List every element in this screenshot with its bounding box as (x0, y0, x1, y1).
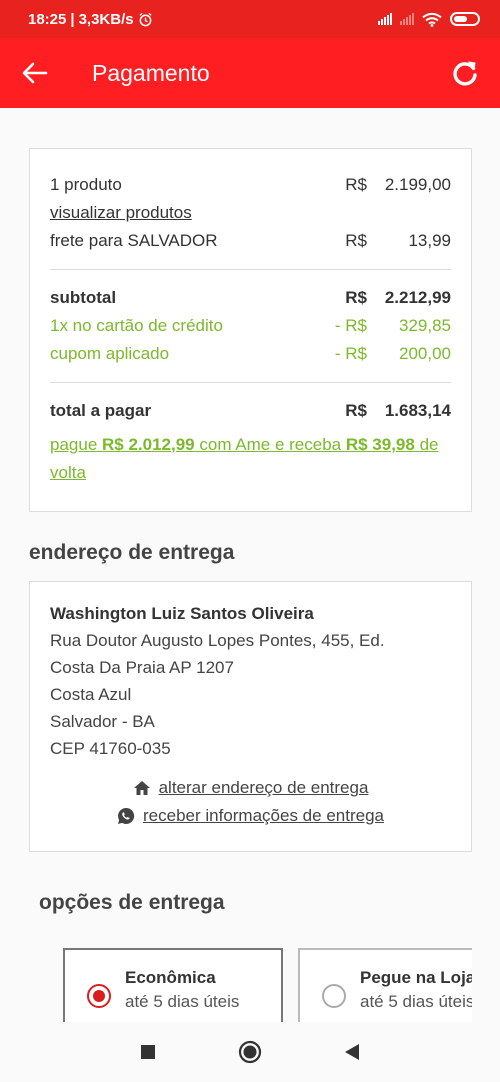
products-currency: R$ (345, 175, 367, 194)
change-address-link[interactable]: alterar endereço de entrega (50, 774, 451, 802)
ame-cashback-link[interactable]: pague R$ 2.012,99 com Ame e receba R$ 39… (50, 431, 451, 487)
shipping-row: frete para SALVADOR R$ 13,99 (50, 227, 451, 255)
subtotal-value: 2.212,99 (384, 288, 451, 307)
status-network-speed: 3,3KB/s (78, 10, 134, 28)
delivery-option-name: Econômica (125, 968, 216, 987)
radio-unselected-icon[interactable] (322, 984, 346, 1008)
card-discount-value: 329,85 (399, 316, 451, 335)
delivery-section-title: opções de entrega (39, 891, 225, 914)
refresh-icon[interactable] (430, 38, 500, 108)
coupon-row: cupom aplicado - R$ 200,00 (50, 340, 451, 368)
address-cep: CEP 41760-035 (50, 739, 171, 758)
whatsapp-info-link[interactable]: receber informações de entrega (50, 802, 451, 830)
status-bar: 18:25 | 3,3KB/s (0, 0, 500, 38)
home-icon (133, 781, 150, 795)
ame-prefix: pague (50, 435, 102, 454)
total-label: total a pagar (50, 401, 152, 420)
subtotal-label: subtotal (50, 288, 117, 307)
divider (50, 382, 451, 383)
subtotal-currency: R$ (345, 288, 367, 307)
whatsapp-info-label: receber informações de entrega (143, 806, 384, 825)
address-card: Washington Luiz Santos Oliveira Rua Dout… (29, 581, 472, 852)
shipping-currency: R$ (345, 231, 367, 250)
signal-icon (378, 13, 392, 25)
subtotal-row: subtotal R$ 2.212,99 (50, 284, 451, 312)
back-arrow-icon[interactable] (0, 38, 70, 108)
address-section-title: endereço de entrega (29, 541, 235, 564)
change-address-label: alterar endereço de entrega (158, 778, 369, 797)
coupon-label: cupom aplicado (50, 344, 170, 363)
battery-icon (450, 12, 480, 26)
total-row: total a pagar R$ 1.683,14 (50, 397, 451, 425)
address-line-1: Rua Doutor Augusto Lopes Pontes, 455, Ed… (50, 631, 385, 650)
status-time: 18:25 (28, 10, 67, 28)
radio-selected-icon[interactable] (87, 984, 111, 1008)
status-separator: | (70, 10, 75, 28)
shipping-value: 13,99 (408, 231, 451, 250)
card-discount-label: 1x no cartão de crédito (50, 316, 223, 335)
total-currency: R$ (345, 401, 367, 420)
system-nav-bar (0, 1022, 500, 1082)
alarm-icon (139, 12, 152, 26)
coupon-currency: - R$ (334, 344, 367, 363)
ame-amount: R$ 2.012,99 (102, 435, 195, 454)
products-row: 1 produto R$ 2.199,00 (50, 171, 451, 199)
view-products-row: visualizar produtos (50, 199, 451, 227)
card-discount-row: 1x no cartão de crédito - R$ 329,85 (50, 312, 451, 340)
ame-cashback-value: 39,98 (372, 435, 415, 454)
ame-cashback-currency: R$ (345, 435, 368, 454)
status-right (378, 12, 480, 27)
shipping-label: frete para SALVADOR (50, 231, 218, 250)
divider (50, 269, 451, 270)
payment-content: 1 produto R$ 2.199,00 visualizar produto… (0, 108, 500, 1022)
products-value: 2.199,00 (384, 175, 451, 194)
address-line-3: Costa Azul (50, 685, 132, 704)
recents-square-icon[interactable] (140, 1044, 156, 1060)
delivery-option-pickup[interactable]: Pegue na Loja até 5 dias úteis (298, 948, 472, 1022)
address-line-2: Costa Da Praia AP 1207 (50, 658, 234, 677)
status-left: 18:25 | 3,3KB/s (28, 11, 153, 28)
app-bar: Pagamento (0, 38, 500, 108)
delivery-option-text: Pegue na Loja até 5 dias úteis (360, 966, 472, 1022)
back-triangle-icon[interactable] (344, 1043, 360, 1061)
ame-middle: com Ame e receba (194, 435, 346, 454)
products-label: 1 produto (50, 175, 122, 194)
recipient-name: Washington Luiz Santos Oliveira (50, 604, 314, 623)
address-line-4: Salvador - BA (50, 712, 155, 731)
delivery-option-eta: até 5 dias úteis (125, 992, 240, 1011)
delivery-option-name: Pegue na Loja (360, 968, 472, 987)
order-summary-card: 1 produto R$ 2.199,00 visualizar produto… (29, 148, 472, 512)
total-value: 1.683,14 (384, 401, 451, 420)
page-title: Pagamento (92, 59, 210, 86)
home-circle-icon[interactable] (238, 1040, 262, 1064)
view-products-link[interactable]: visualizar produtos (50, 199, 192, 227)
delivery-option-eta: até 5 dias úteis (360, 992, 472, 1011)
delivery-option-economica[interactable]: Econômica até 5 dias úteis (63, 948, 283, 1022)
wifi-icon (422, 12, 442, 27)
delivery-option-text: Econômica até 5 dias úteis (125, 966, 239, 1022)
coupon-value: 200,00 (399, 344, 451, 363)
address-actions: alterar endereço de entrega receber info… (50, 774, 451, 830)
card-discount-currency: - R$ (334, 316, 367, 335)
whatsapp-icon (118, 807, 135, 824)
signal-secondary-icon (400, 13, 414, 25)
